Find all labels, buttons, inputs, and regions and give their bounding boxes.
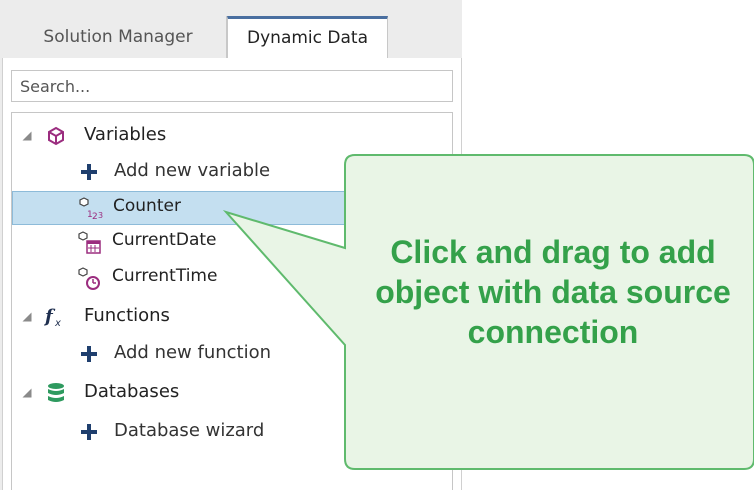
plus-icon [80,423,98,441]
add-new-function-item[interactable]: Add new function [12,337,452,371]
function-fx-icon: f x [44,305,68,329]
tree-item-label: CurrentTime [112,266,218,286]
counter-variable-icon: 1 2 3 [79,197,107,221]
tree-group-functions[interactable]: f x Functions [12,300,452,334]
tree-area: Variables Add new variable [2,58,462,490]
svg-text:2: 2 [92,212,98,221]
tree-item-label: CurrentDate [112,230,217,250]
data-tree: Variables Add new variable 1 2 3 Counter… [11,112,453,490]
tree-group-label: Variables [84,124,167,145]
collapse-arrow-icon[interactable] [22,388,32,398]
tree-item-currenttime[interactable]: CurrentTime [12,262,452,296]
tree-item-label: Add new variable [114,160,271,181]
add-new-variable-item[interactable]: Add new variable [12,155,452,189]
plus-icon [80,345,98,363]
tree-group-databases[interactable]: Databases [12,376,452,410]
database-wizard-item[interactable]: Database wizard [12,415,452,449]
tree-item-label: Add new function [114,342,272,363]
tree-group-variables[interactable]: Variables [12,119,452,153]
tree-group-label: Functions [84,305,170,326]
time-variable-icon [78,267,106,291]
database-icon [46,381,66,405]
panel-tabs: Solution Manager Dynamic Data [10,16,460,59]
dynamic-data-panel: Solution Manager Dynamic Data Variables [0,0,462,490]
tab-dynamic-data[interactable]: Dynamic Data [227,16,388,59]
variables-cube-icon [46,126,66,146]
svg-text:3: 3 [98,211,103,220]
collapse-arrow-icon[interactable] [22,131,32,141]
app-root: Solution Manager Dynamic Data Variables [0,0,754,490]
tree-item-counter[interactable]: 1 2 3 Counter [12,191,452,225]
collapse-arrow-icon[interactable] [22,312,32,322]
tree-item-label: Counter [113,196,181,216]
svg-text:x: x [54,318,61,329]
plus-icon [80,163,98,181]
date-variable-icon [78,231,106,255]
tree-group-label: Databases [84,381,180,402]
search-input[interactable] [11,70,453,102]
tree-item-label: Database wizard [114,420,265,441]
tree-item-currentdate[interactable]: CurrentDate [12,226,452,260]
tab-solution-manager[interactable]: Solution Manager [10,16,227,58]
